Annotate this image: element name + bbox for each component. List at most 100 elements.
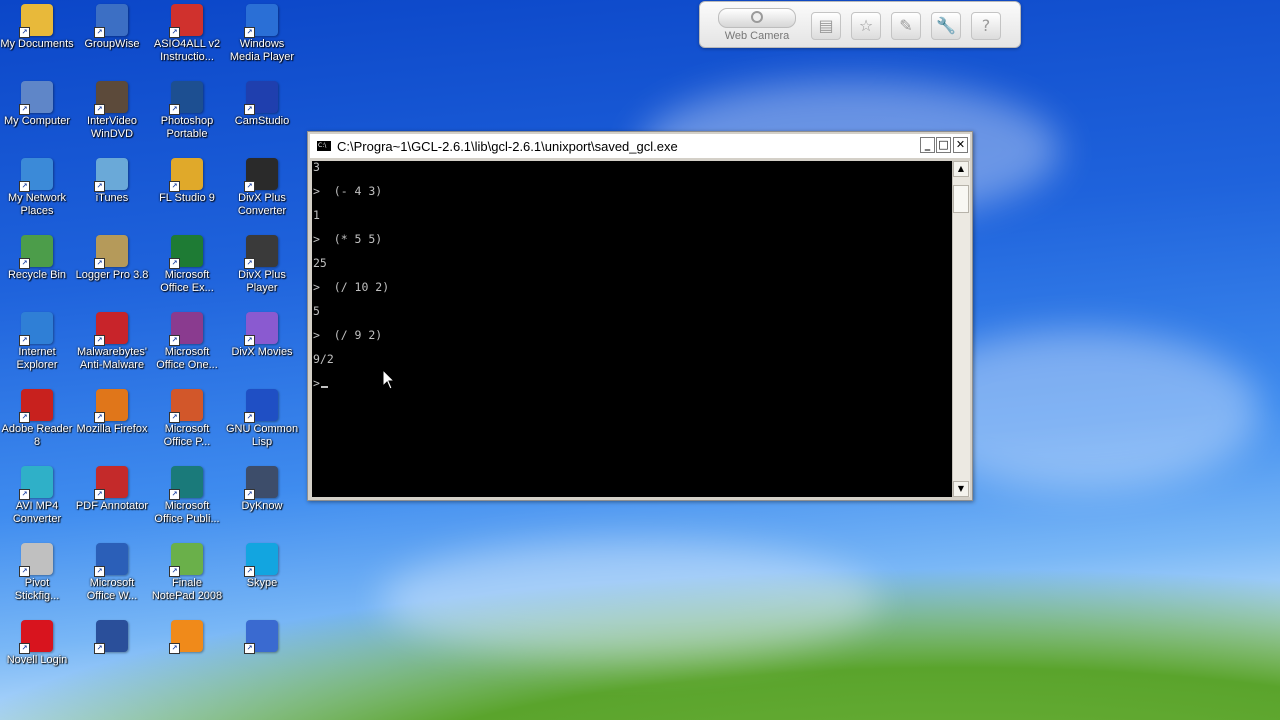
desktop-icon[interactable]: ↗ Pivot Stickfig... [0,541,74,603]
desktop-icon[interactable]: ↗ Finale NotePad 2008 [150,541,224,603]
desktop-icon-label: My Computer [3,115,71,127]
vertical-scrollbar[interactable]: ▲ ▼ [952,161,970,497]
onenote-icon: ↗ [169,312,203,346]
google-earth-icon: ↗ [94,620,128,654]
desktop-icon[interactable]: ↗ GroupWise [75,2,149,51]
word-icon: ↗ [94,543,128,577]
desktop-icon[interactable]: ↗ ASIO4ALL v2 Instructio... [150,2,224,64]
desktop-icon[interactable]: ↗ My Documents [0,2,74,51]
shortcut-arrow-icon: ↗ [94,104,105,115]
desktop-icon[interactable]: ↗ Logger Pro 3.8 [75,233,149,282]
desktop-icon[interactable]: ↗ Microsoft Office Ex... [150,233,224,295]
logger-pro-icon: ↗ [94,235,128,269]
console-line: > [312,377,952,401]
shortcut-arrow-icon: ↗ [94,181,105,192]
text-cursor [320,386,328,388]
shortcut-arrow-icon: ↗ [169,181,180,192]
skype-icon: ↗ [244,543,278,577]
desktop-icon[interactable]: ↗ Photoshop Portable [150,79,224,141]
desktop-icon[interactable]: ↗ Novell Login [0,618,74,667]
desktop-icon-label: AVI MP4 Converter [12,500,62,525]
maximize-button[interactable]: □ [936,137,951,153]
help-icon[interactable]: ? [971,12,1001,40]
desktop-icon[interactable]: ↗ Recycle Bin [0,233,74,282]
desktop-icon[interactable]: ↗ Microsoft Office W... [75,541,149,603]
desktop-icon[interactable]: ↗ GNU Common Lisp [225,387,299,449]
computer-icon: ↗ [19,81,53,115]
desktop-icon[interactable]: ↗ PDF Annotator [75,464,149,513]
wrench-icon[interactable]: 🔧 [931,12,961,40]
desktop-icon[interactable]: ↗ InterVideo WinDVD [75,79,149,141]
gcl-console-window[interactable]: C:\ C:\Progra~1\GCL-2.6.1\lib\gcl-2.6.1\… [307,131,973,501]
snapshot-icon[interactable]: ▤ [811,12,841,40]
close-button[interactable]: ✕ [953,137,968,153]
desktop-icon[interactable]: ↗ FL Studio 9 [150,156,224,205]
star-icon[interactable]: ☆ [851,12,881,40]
desktop-icon-label: FL Studio 9 [159,192,215,204]
edit-icon[interactable]: ✎ [891,12,921,40]
shortcut-arrow-icon: ↗ [19,335,30,346]
desktop-icon[interactable]: ↗ DivX Plus Player [225,233,299,295]
pivot-icon: ↗ [19,543,53,577]
shortcut-arrow-icon: ↗ [169,412,180,423]
shortcut-arrow-icon: ↗ [169,104,180,115]
desktop-icon[interactable]: ↗ Skype [225,541,299,590]
shortcut-arrow-icon: ↗ [19,181,30,192]
desktop-icon[interactable]: ↗ CamStudio [225,79,299,128]
shortcut-arrow-icon: ↗ [244,258,255,269]
desktop-icon-label: GroupWise [84,38,140,50]
divx-converter-icon: ↗ [244,158,278,192]
desktop-icon-label: DivX Plus Player [238,269,286,294]
desktop-icon[interactable]: ↗ Microsoft Office P... [150,387,224,449]
shortcut-arrow-icon: ↗ [169,643,180,654]
web-camera-button[interactable]: Web Camera [716,8,798,44]
desktop-icon[interactable]: ↗ AVI MP4 Converter [0,464,74,526]
desktop-icon[interactable]: ↗ iTunes [75,156,149,205]
shortcut-arrow-icon: ↗ [169,27,180,38]
desktop-icon[interactable]: ↗ Adobe Reader 8 [0,387,74,449]
desktop-icon-label: My Documents [0,38,74,50]
desktop-icon[interactable]: ↗ [225,618,299,654]
desktop-icon[interactable]: ↗ Malwarebytes' Anti-Malware [75,310,149,372]
scroll-thumb[interactable] [953,185,969,213]
console-line: 1 [313,208,320,222]
desktop-icon[interactable]: ↗ [150,618,224,654]
console-icon: C:\ [317,141,331,151]
desktop-icon[interactable]: ↗ My Network Places [0,156,74,218]
desktop-icon-label: Logger Pro 3.8 [75,269,149,281]
desktop-icon[interactable]: ↗ Mozilla Firefox [75,387,149,436]
sky-cloud [380,540,880,660]
desktop-icon[interactable]: ↗ Microsoft Office One... [150,310,224,372]
shortcut-arrow-icon: ↗ [19,258,30,269]
desktop-icon-label: DyKnow [241,500,283,512]
console-output[interactable]: 3 > (- 4 3) 1 > (* 5 5) 25 > (/ 10 2) 5 > (/ 9 … [312,161,952,497]
shortcut-arrow-icon: ↗ [244,335,255,346]
desktop-icon[interactable]: ↗ Windows Media Player [225,2,299,64]
desktop-icon[interactable]: ↗ Microsoft Office Publi... [150,464,224,526]
minimize-button[interactable]: _ [920,137,935,153]
mouse-pointer-icon [382,369,396,390]
divx-player-icon: ↗ [244,235,278,269]
console-line: 3 [313,161,320,174]
desktop-icon[interactable]: ↗ DivX Plus Converter [225,156,299,218]
shortcut-arrow-icon: ↗ [94,643,105,654]
desktop-icon-label: DivX Plus Converter [237,192,287,217]
desktop-icon-label: Microsoft Office Publi... [154,500,220,525]
shortcut-arrow-icon: ↗ [169,258,180,269]
shortcut-arrow-icon: ↗ [169,489,180,500]
desktop-icon[interactable]: ↗ My Computer [0,79,74,128]
desktop-icon[interactable]: ↗ DyKnow [225,464,299,513]
shortcut-arrow-icon: ↗ [19,566,30,577]
scroll-down-button[interactable]: ▼ [953,481,969,497]
title-bar[interactable]: C:\ C:\Progra~1\GCL-2.6.1\lib\gcl-2.6.1\… [310,134,970,158]
desktop-icon[interactable]: ↗ Internet Explorer [0,310,74,372]
console-line: > (/ 9 2) [313,328,383,342]
groupwise-icon: ↗ [94,4,128,38]
scroll-up-button[interactable]: ▲ [953,161,969,177]
desktop-icon-label: GNU Common Lisp [225,423,299,448]
desktop-icon-label: Novell Login [6,654,68,666]
pdf-icon: ↗ [169,4,203,38]
desktop-icon[interactable]: ↗ [75,618,149,654]
desktop-icon[interactable]: ↗ DivX Movies [225,310,299,359]
malwarebytes-icon: ↗ [94,312,128,346]
